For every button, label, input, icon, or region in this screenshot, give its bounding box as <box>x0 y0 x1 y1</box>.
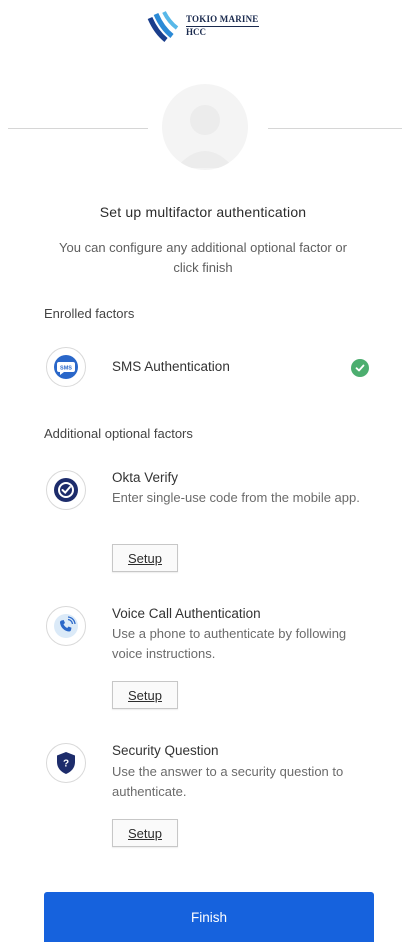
voice-call-description: Use a phone to authenticate by following… <box>112 626 347 661</box>
sms-icon: SMS <box>46 347 86 387</box>
page-title: Set up multifactor authentication <box>99 204 307 220</box>
voice-call-name: Voice Call Authentication <box>112 606 261 621</box>
brand-wordmark: TOKIO MARINE HCC <box>186 14 259 38</box>
svg-text:SMS: SMS <box>60 366 72 372</box>
okta-verify-icon <box>46 470 86 510</box>
svg-text:?: ? <box>63 759 69 770</box>
user-avatar <box>162 84 248 170</box>
tokio-marine-logo-icon <box>145 9 179 43</box>
voice-call-setup-button[interactable]: Setup <box>112 681 178 709</box>
brand-logo: TOKIO MARINE HCC <box>144 6 284 46</box>
header-divider-left <box>8 128 148 129</box>
security-question-name: Security Question <box>112 743 219 758</box>
finish-button[interactable]: Finish <box>44 892 374 942</box>
user-silhouette-icon <box>176 105 234 168</box>
security-question-description: Use the answer to a security question to… <box>112 764 344 799</box>
okta-verify-description: Enter single-use code from the mobile ap… <box>112 490 360 505</box>
shield-question-icon: ? <box>46 743 86 783</box>
phone-call-icon <box>46 606 86 646</box>
enrolled-factors-label: Enrolled factors <box>44 306 135 321</box>
optional-factors-label: Additional optional factors <box>44 426 193 441</box>
okta-verify-name: Okta Verify <box>112 470 179 485</box>
security-question-setup-button[interactable]: Setup <box>112 819 178 847</box>
page-subtitle: You can configure any additional optiona… <box>59 240 347 275</box>
okta-verify-setup-button[interactable]: Setup <box>112 544 178 572</box>
header-divider-right <box>268 128 402 129</box>
sms-factor-name: SMS Authentication <box>112 359 230 374</box>
brand-line1: TOKIO MARINE <box>186 14 259 27</box>
check-circle-icon <box>351 359 369 377</box>
brand-line2: HCC <box>186 27 206 37</box>
